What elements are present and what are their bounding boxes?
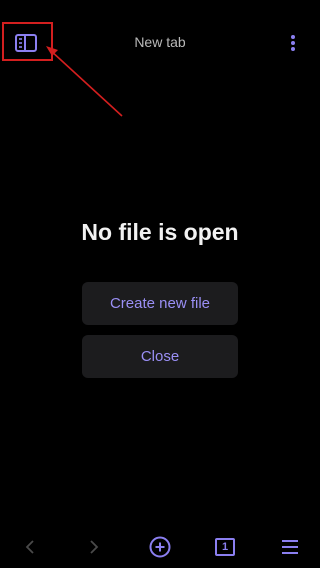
hamburger-menu-icon <box>282 540 298 554</box>
tab-count: 1 <box>221 540 229 553</box>
menu-button[interactable] <box>280 533 300 561</box>
close-button[interactable]: Close <box>82 335 238 378</box>
chevron-left-icon <box>25 540 34 554</box>
back-button[interactable] <box>20 533 40 561</box>
page-title: New tab <box>134 34 186 50</box>
tab-count-icon: 1 <box>215 538 235 556</box>
empty-state-message: No file is open <box>81 219 239 245</box>
forward-button[interactable] <box>84 533 104 561</box>
more-vertical-icon <box>291 35 295 51</box>
create-new-file-button[interactable]: Create new file <box>82 282 238 325</box>
more-options-button[interactable] <box>286 33 300 53</box>
app-screen: New tab No file is open Create new file … <box>0 0 320 568</box>
chevron-right-icon <box>90 540 99 554</box>
plus-circle-icon <box>149 536 171 558</box>
new-tab-button[interactable] <box>148 533 172 561</box>
tab-switcher-button[interactable]: 1 <box>212 533 238 561</box>
